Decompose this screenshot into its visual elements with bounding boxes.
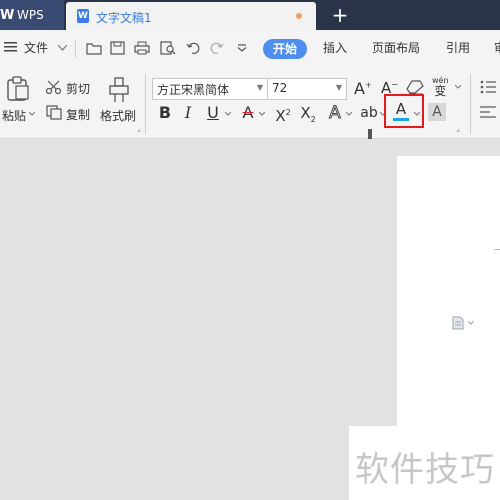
undo-icon[interactable] <box>186 42 200 54</box>
bold-icon[interactable]: B <box>158 102 172 124</box>
file-menu-chevron-down-icon[interactable] <box>58 45 67 51</box>
customize-toolbar-chevron-icon[interactable] <box>237 44 247 52</box>
paragraph-layout-icon[interactable] <box>452 316 464 330</box>
redo-icon[interactable] <box>210 42 224 54</box>
character-shading-icon[interactable]: A <box>428 103 446 121</box>
pinyin-dropdown-icon[interactable] <box>455 85 461 89</box>
new-tab-button[interactable]: + <box>330 4 350 26</box>
font-group-expand-icon[interactable]: ⌟ <box>456 124 460 133</box>
underline-icon[interactable]: U <box>206 102 220 124</box>
font-color-button[interactable]: A <box>393 101 409 123</box>
paragraph-layout-dropdown-icon[interactable] <box>468 321 474 325</box>
font-color-dropdown-icon[interactable] <box>414 112 420 116</box>
watermark-text: 软件技巧 <box>355 450 495 490</box>
copy-icon[interactable] <box>46 105 62 120</box>
menu-divider <box>75 40 76 58</box>
ribbon-divider <box>145 74 146 134</box>
document-tab[interactable]: W 文字文稿1 <box>66 2 316 30</box>
italic-icon[interactable]: I <box>182 102 194 124</box>
underline-dropdown-icon[interactable] <box>225 112 231 116</box>
font-family-dropdown-icon[interactable]: ▼ <box>257 83 263 92</box>
wps-app-tab[interactable]: W WPS <box>0 0 64 30</box>
hamburger-menu-icon[interactable] <box>4 41 18 53</box>
align-left-icon[interactable] <box>480 105 496 119</box>
subscript-icon[interactable]: X2 <box>298 102 318 124</box>
clipboard-group-expand-icon[interactable]: ⌟ <box>137 124 141 133</box>
paste-button[interactable]: 粘贴 <box>2 107 26 124</box>
ribbon-divider <box>470 74 471 134</box>
paste-dropdown-icon[interactable] <box>29 112 35 116</box>
unsaved-dot-icon <box>296 13 302 19</box>
paste-icon[interactable] <box>6 76 30 102</box>
document-tab-title: 文字文稿1 <box>96 11 152 25</box>
font-size-select[interactable]: 72 ▼ <box>267 78 347 100</box>
text-effects-dropdown-icon[interactable] <box>346 112 352 116</box>
font-color-icon: A <box>395 100 407 118</box>
copy-button[interactable]: 复制 <box>66 106 90 123</box>
grow-font-icon[interactable]: A+ <box>354 79 372 98</box>
font-family-select[interactable]: 方正宋黑简体 ▼ <box>152 78 268 100</box>
ribbon-tab-start[interactable]: 开始 <box>263 39 307 59</box>
bullet-list-icon[interactable] <box>480 80 496 94</box>
font-size-dropdown-icon[interactable]: ▼ <box>336 83 342 92</box>
font-family-value: 方正宋黑简体 <box>157 83 230 97</box>
print-icon[interactable] <box>134 41 150 55</box>
print-preview-icon[interactable] <box>160 41 176 55</box>
save-icon[interactable] <box>110 41 125 55</box>
ribbon-tab-review[interactable]: 审 <box>494 30 500 66</box>
font-color-swatch <box>393 118 409 121</box>
writer-document-icon: W <box>77 9 89 23</box>
format-painter-button[interactable]: 格式刷 <box>100 107 136 124</box>
watermark-box: 软件技巧 <box>349 426 500 500</box>
strikethrough-dropdown-icon[interactable] <box>259 112 265 116</box>
cut-button[interactable]: 剪切 <box>66 80 90 97</box>
strikethrough-icon[interactable]: A <box>240 102 256 124</box>
pinyin-guide-icon[interactable]: wén 变 <box>432 76 449 98</box>
page-margin-marker <box>494 249 500 250</box>
ribbon-tab-page-layout[interactable]: 页面布局 <box>372 30 420 66</box>
clear-formatting-icon[interactable] <box>406 79 424 95</box>
superscript-icon[interactable]: X2 <box>273 102 293 125</box>
scissors-icon[interactable] <box>46 80 62 94</box>
format-painter-icon[interactable] <box>108 77 130 103</box>
wps-logo-icon: W <box>0 8 14 23</box>
ribbon-tab-insert[interactable]: 插入 <box>323 30 347 66</box>
text-effects-icon[interactable]: A <box>326 102 344 124</box>
open-folder-icon[interactable] <box>86 41 102 55</box>
file-menu[interactable]: 文件 <box>24 30 48 66</box>
ribbon-tab-references[interactable]: 引用 <box>446 30 470 66</box>
highlight-icon[interactable]: ab <box>358 102 380 139</box>
pinyin-guide-character: 变 <box>434 84 447 98</box>
font-size-value: 72 <box>272 81 288 95</box>
wps-app-label: WPS <box>17 8 44 22</box>
